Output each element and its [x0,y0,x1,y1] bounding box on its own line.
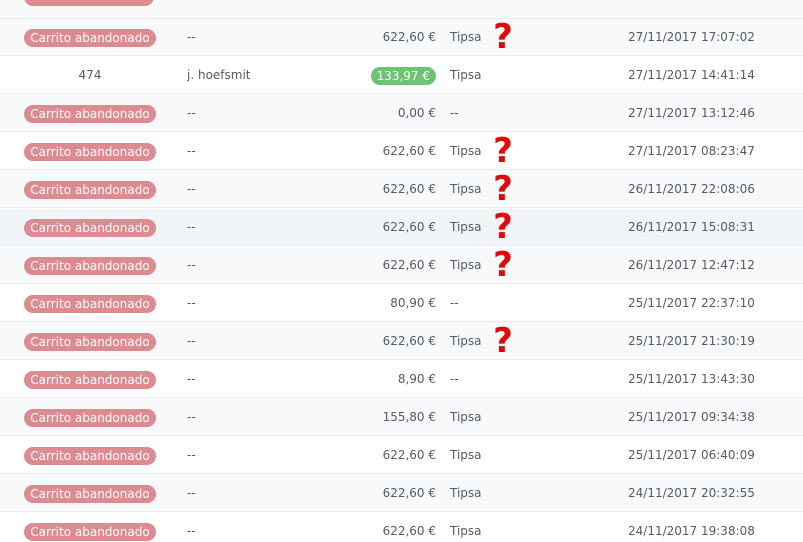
question-mark-icon: ? [493,321,513,361]
status-badge: Carrito abandonado [24,142,156,161]
carrier-cell: Tipsa [450,410,482,424]
table-row[interactable]: Carrito abandonado -- 622,60 € Tipsa ? 2… [0,323,803,360]
order-id-cell: 474 [78,68,102,82]
table-row[interactable]: Carrito abandonado -- 622,60 € Tipsa ? 2… [0,209,803,246]
date-cell: 27/11/2017 13:12:46 [628,106,755,120]
status-badge: Carrito abandonado [24,370,156,389]
question-mark-icon: ? [493,207,513,247]
status-badge: Carrito abandonado [24,218,156,237]
customer-cell: j. hoefsmit [187,68,251,82]
question-mark-icon: ? [493,169,513,209]
carrier-cell: Tipsa [450,334,482,348]
table-row[interactable]: Carrito abandonado -- 622,60 € Tipsa 24/… [0,513,803,542]
customer-cell: -- [187,524,196,538]
total-cell: 622,60 € [382,334,436,348]
table-row[interactable]: Carrito abandonado -- 155,80 € Tipsa 25/… [0,399,803,436]
date-cell: 25/11/2017 13:43:30 [628,372,755,386]
total-badge: 133,97 € [370,66,436,85]
total-cell: 622,60 € [382,524,436,538]
total-cell: 622,60 € [382,258,436,272]
date-cell: 24/11/2017 19:38:08 [628,524,755,538]
table-row-partial[interactable] [0,0,803,19]
carrier-cell: Tipsa [450,144,482,158]
carrier-cell: Tipsa [450,258,482,272]
status-badge: Carrito abandonado [24,446,156,465]
total-cell: 622,60 € [382,144,436,158]
table-row[interactable]: Carrito abandonado -- 622,60 € Tipsa 25/… [0,437,803,474]
date-cell: 24/11/2017 20:32:55 [628,486,755,500]
customer-cell: -- [187,258,196,272]
status-badge: Carrito abandonado [24,332,156,351]
table-row[interactable]: Carrito abandonado -- 8,90 € -- 25/11/20… [0,361,803,398]
date-cell: 25/11/2017 09:34:38 [628,410,755,424]
question-mark-icon: ? [493,131,513,171]
total-cell: 8,90 € [397,372,436,386]
status-badge: Carrito abandonado [24,104,156,123]
customer-cell: -- [187,30,196,44]
table-row[interactable]: 474 j. hoefsmit 133,97 € Tipsa 27/11/201… [0,57,803,94]
carrier-cell: Tipsa [450,486,482,500]
total-cell: 622,60 € [382,486,436,500]
date-cell: 27/11/2017 14:41:14 [628,68,755,82]
total-cell: 80,90 € [390,296,436,310]
carrier-cell: Tipsa [450,68,482,82]
customer-cell: -- [187,334,196,348]
question-mark-icon: ? [493,245,513,285]
table-row[interactable]: Carrito abandonado -- 80,90 € -- 25/11/2… [0,285,803,322]
customer-cell: -- [187,296,196,310]
status-badge-partial [24,0,154,6]
orders-table: Carrito abandonado -- 622,60 € Tipsa ? 2… [0,0,803,542]
date-cell: 25/11/2017 22:37:10 [628,296,755,310]
carrier-cell: -- [450,106,459,120]
customer-cell: -- [187,144,196,158]
customer-cell: -- [187,410,196,424]
status-badge: Carrito abandonado [24,294,156,313]
total-cell: 155,80 € [382,410,436,424]
table-row[interactable]: Carrito abandonado -- 622,60 € Tipsa ? 2… [0,133,803,170]
question-mark-icon: ? [493,17,513,57]
total-cell: 622,60 € [382,182,436,196]
date-cell: 27/11/2017 17:07:02 [628,30,755,44]
customer-cell: -- [187,372,196,386]
total-cell: 622,60 € [382,220,436,234]
table-row[interactable]: Carrito abandonado -- 622,60 € Tipsa ? 2… [0,19,803,56]
customer-cell: -- [187,220,196,234]
total-cell: 622,60 € [382,448,436,462]
carrier-cell: Tipsa [450,448,482,462]
date-cell: 26/11/2017 12:47:12 [628,258,755,272]
total-cell: 0,00 € [397,106,436,120]
table-row[interactable]: Carrito abandonado -- 622,60 € Tipsa ? 2… [0,171,803,208]
status-badge: Carrito abandonado [24,522,156,541]
carrier-cell: Tipsa [450,182,482,196]
customer-cell: -- [187,182,196,196]
customer-cell: -- [187,448,196,462]
carrier-cell: Tipsa [450,524,482,538]
status-badge: Carrito abandonado [24,484,156,503]
carrier-cell: -- [450,296,459,310]
date-cell: 25/11/2017 06:40:09 [628,448,755,462]
status-badge: Carrito abandonado [24,408,156,427]
table-row[interactable]: Carrito abandonado -- 0,00 € -- 27/11/20… [0,95,803,132]
date-cell: 26/11/2017 15:08:31 [628,220,755,234]
carrier-cell: Tipsa [450,220,482,234]
customer-cell: -- [187,106,196,120]
status-badge: Carrito abandonado [24,180,156,199]
total-cell: 622,60 € [382,30,436,44]
carrier-cell: -- [450,372,459,386]
date-cell: 26/11/2017 22:08:06 [628,182,755,196]
carrier-cell: Tipsa [450,30,482,44]
table-row[interactable]: Carrito abandonado -- 622,60 € Tipsa ? 2… [0,247,803,284]
status-badge: Carrito abandonado [24,256,156,275]
status-badge: Carrito abandonado [24,28,156,47]
date-cell: 27/11/2017 08:23:47 [628,144,755,158]
date-cell: 25/11/2017 21:30:19 [628,334,755,348]
customer-cell: -- [187,486,196,500]
table-row[interactable]: Carrito abandonado -- 622,60 € Tipsa 24/… [0,475,803,512]
